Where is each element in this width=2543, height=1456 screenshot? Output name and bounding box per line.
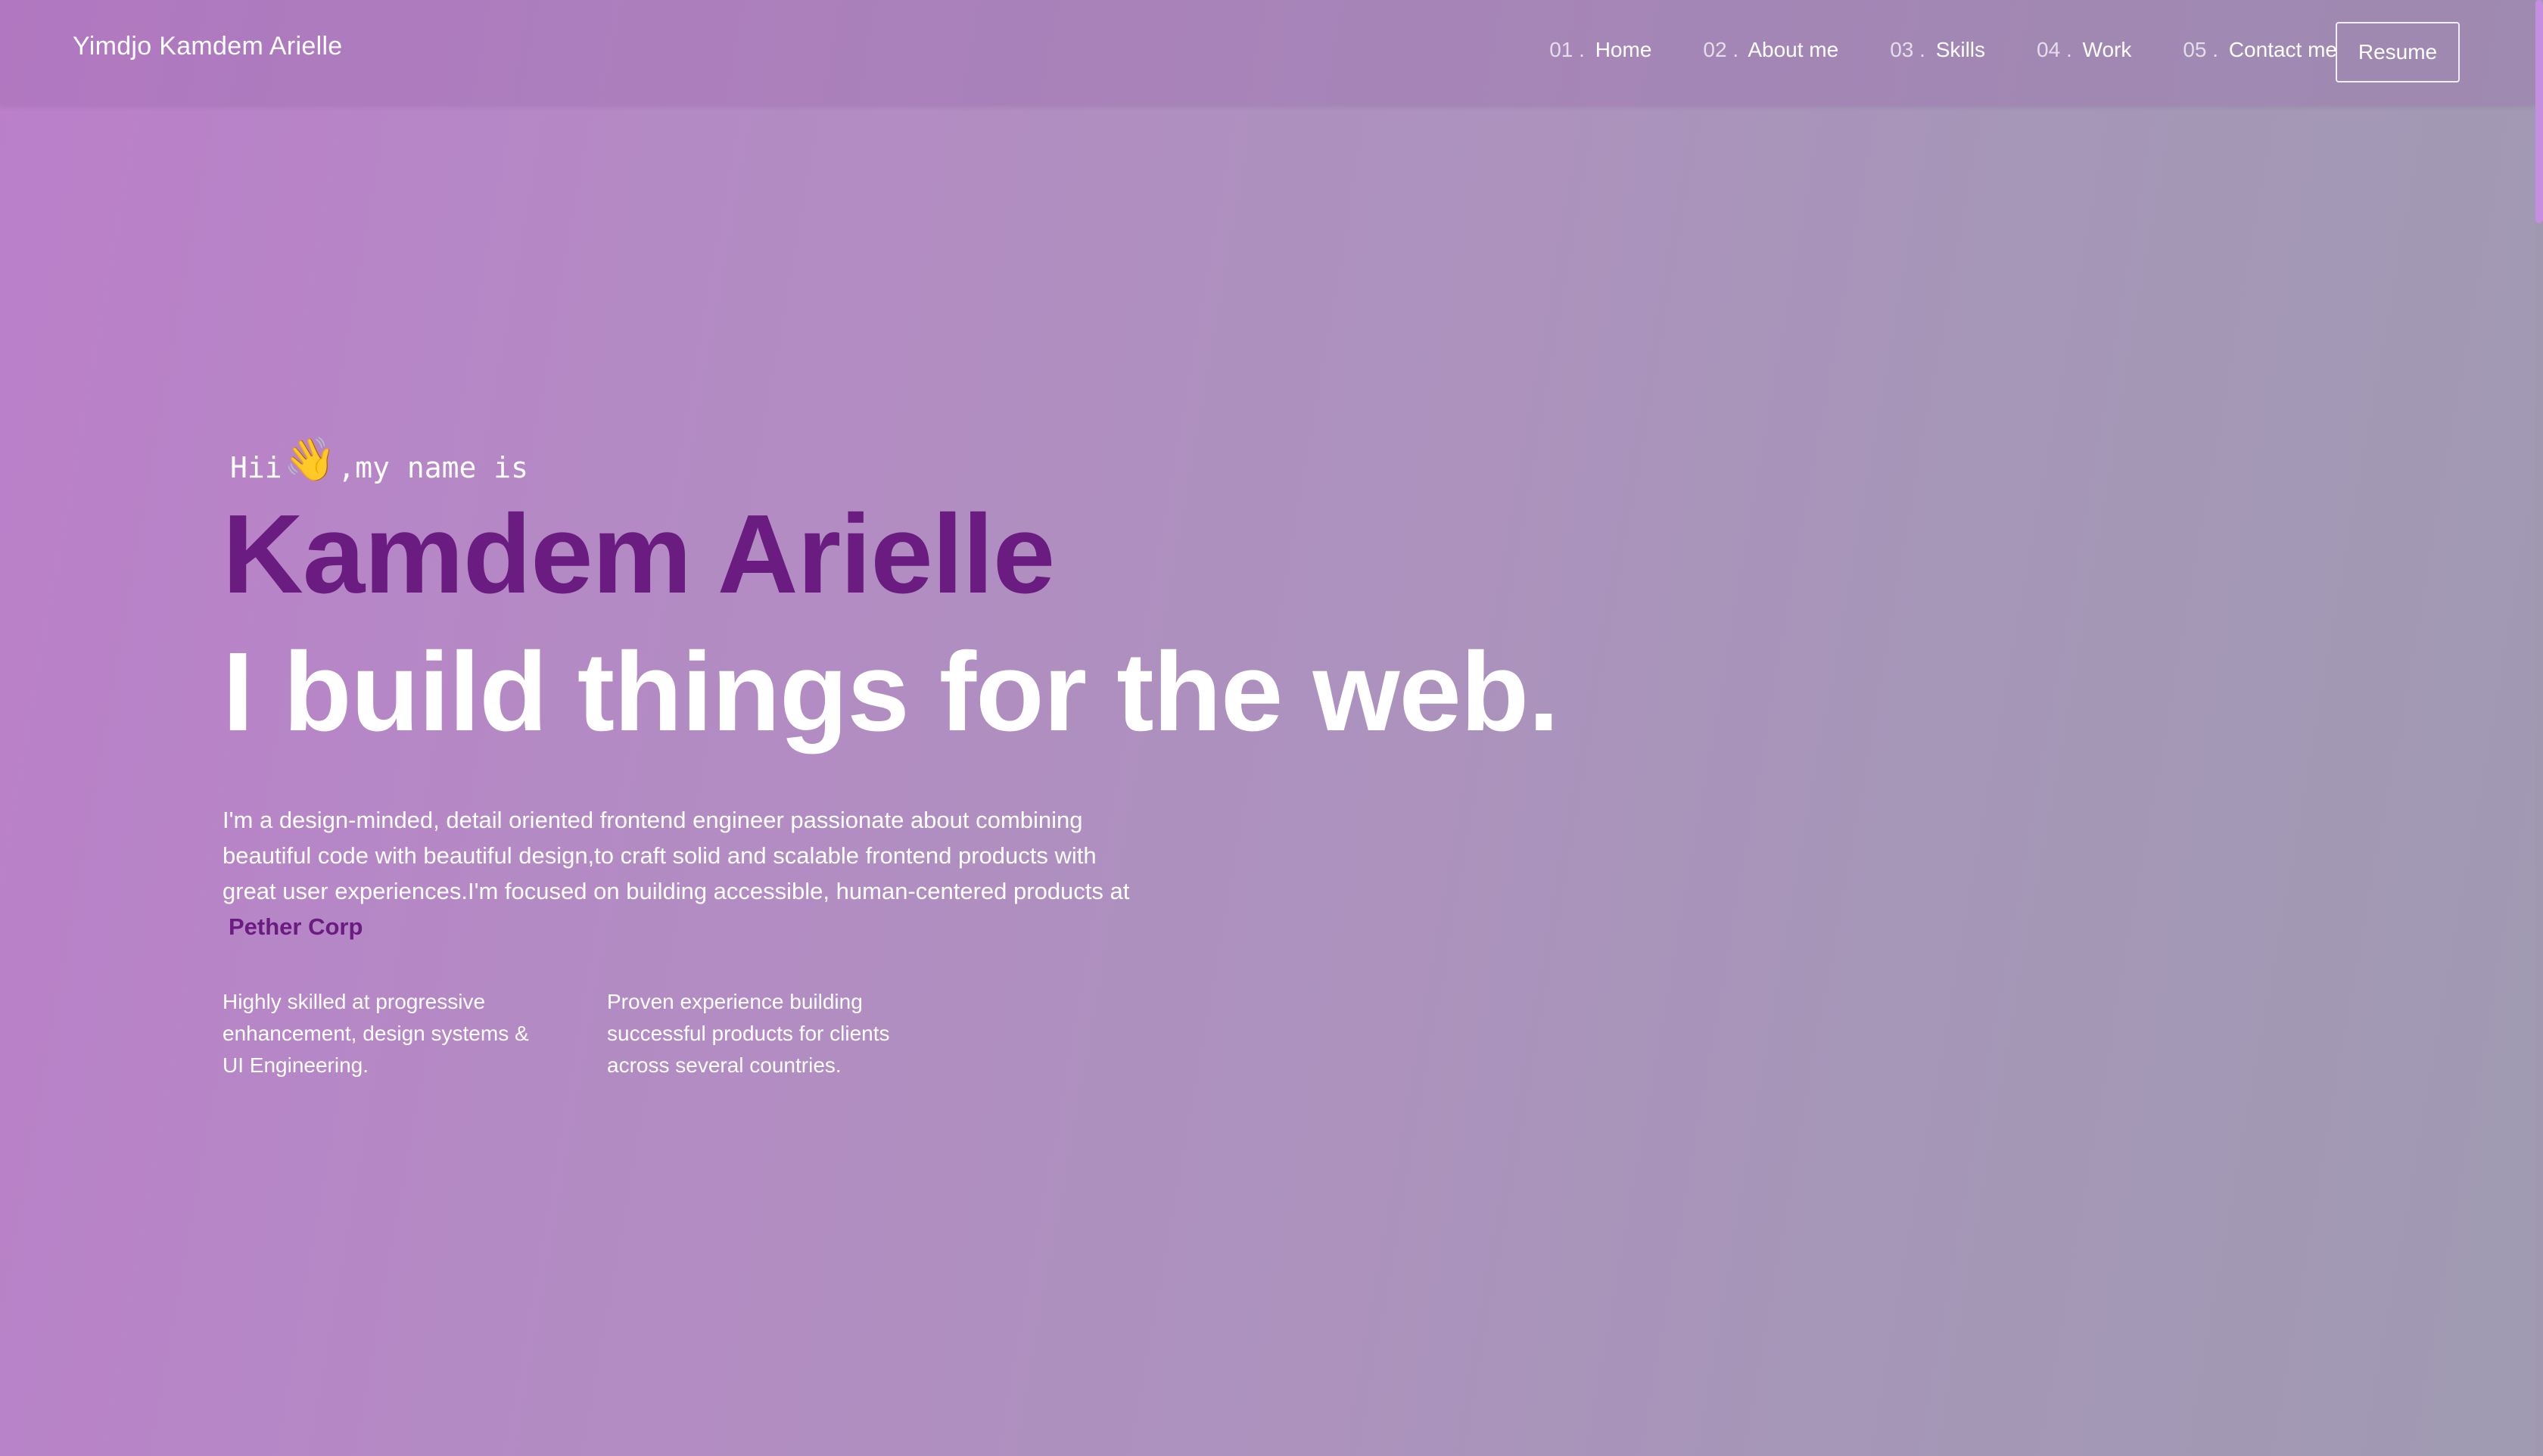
nav-item-number: 05 . [2183,38,2219,61]
page-scrollbar[interactable] [2535,0,2543,1456]
top-navbar: Yimdjo Kamdem Arielle 01 . Home 02 . Abo… [0,0,2535,105]
greeting-line: Hii 👋 ,my name is [230,431,1736,485]
nav-item-label: Home [1595,38,1652,61]
hero-tagline: I build things for the web. [223,630,1559,754]
nav-item-about[interactable]: 02 . About me [1703,38,1838,62]
nav-item-label: Contact me [2228,38,2337,61]
nav-item-label: Skills [1935,38,1986,61]
greeting-text: Hii [230,451,282,484]
nav-item-label: About me [1748,38,1839,61]
hero-section: Hii 👋 ,my name is Kamdem Arielle I build… [223,431,1736,1081]
feature-item: Proven experience building successful pr… [607,990,890,1077]
scrollbar-thumb[interactable] [2535,0,2543,223]
intro-text: I'm a design-minded, detail oriented fro… [223,807,1130,904]
greeting-text-suffix: ,my name is [338,451,529,484]
waving-hand-icon: 👋 [283,435,337,484]
feature-list: Highly skilled at progressive enhancemen… [223,986,1736,1081]
nav-item-label: Work [2082,38,2132,61]
nav-item-work[interactable]: 04 . Work [2037,38,2131,62]
company-link[interactable]: Pether Corp [229,913,363,940]
intro-paragraph: I'm a design-minded, detail oriented fro… [223,802,1131,944]
main-nav: 01 . Home 02 . About me 03 . Skills 04 .… [1549,38,2337,62]
nav-item-home[interactable]: 01 . Home [1549,38,1651,62]
site-brand[interactable]: Yimdjo Kamdem Arielle [73,32,343,61]
nav-item-skills[interactable]: 03 . Skills [1890,38,1985,62]
nav-item-number: 03 . [1890,38,1925,61]
nav-item-number: 01 . [1549,38,1585,61]
resume-button[interactable]: Resume [2336,22,2460,82]
nav-item-contact[interactable]: 05 . Contact me [2183,38,2337,62]
nav-item-number: 04 . [2037,38,2072,61]
nav-item-number: 02 . [1703,38,1739,61]
hero-name: Kamdem Arielle [223,492,1055,617]
feature-item: Highly skilled at progressive enhancemen… [223,990,529,1077]
